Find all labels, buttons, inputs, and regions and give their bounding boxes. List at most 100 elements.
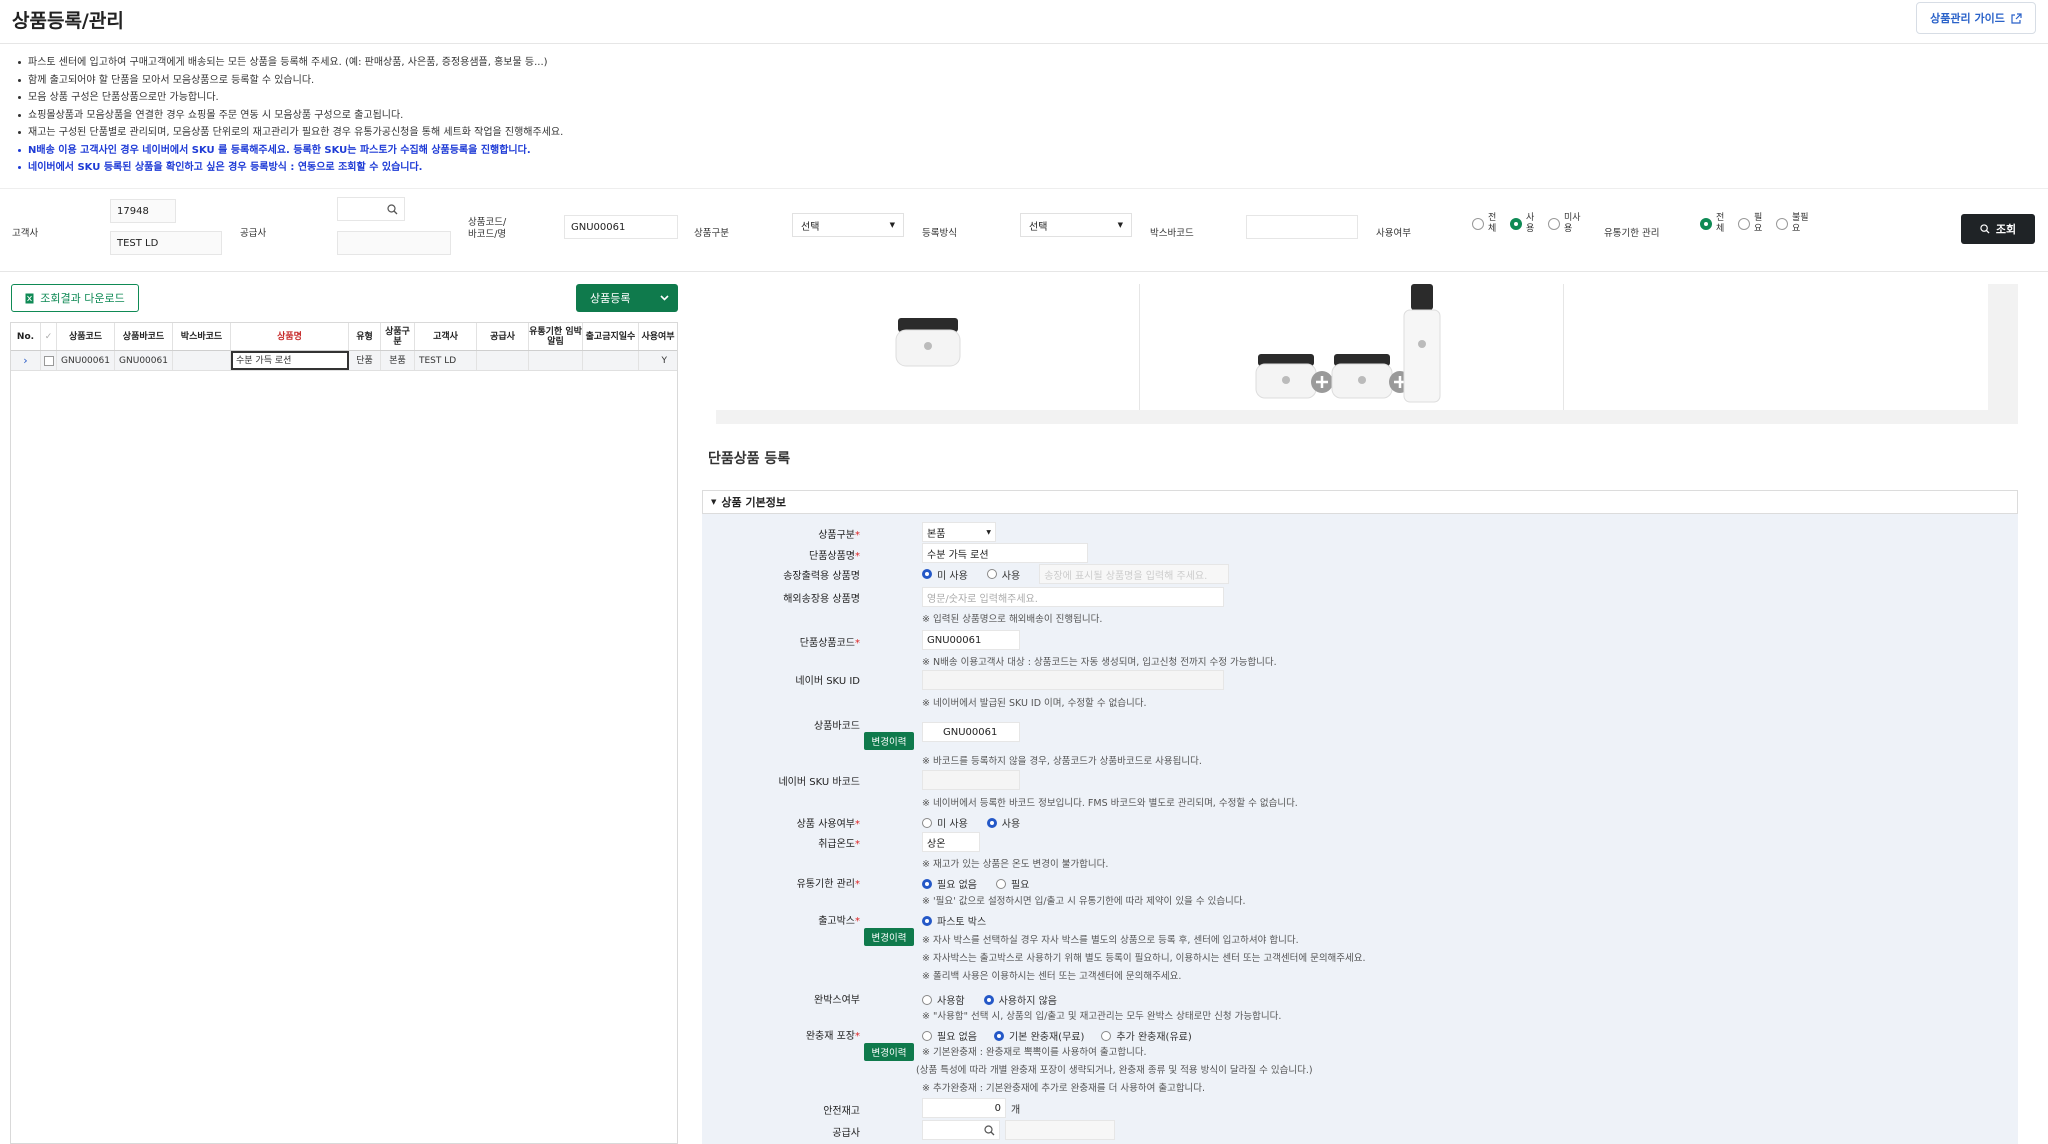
expiry-radio-yes[interactable] [995, 878, 1006, 889]
bundle-product-image [1140, 284, 1564, 410]
type-select[interactable]: 선택 ▼ [792, 213, 904, 237]
box-history-button[interactable]: 변경이력 [864, 928, 914, 946]
ship-name-label: 송장출력용 상품명 [783, 571, 860, 582]
use-radio-label: 미 사용 [937, 819, 968, 830]
code-input[interactable]: GNU00061 [564, 215, 678, 239]
ship-name-radio-label: 미 사용 [937, 570, 968, 582]
barcode-note: ※ 바코드를 등록하지 않을 경우, 상품코드가 상품바코드로 사용됩니다. [922, 756, 1202, 767]
use-radio-no[interactable] [922, 817, 932, 828]
barcode-label: 상품바코드 [814, 721, 860, 732]
box-field: 파스토 박스 [922, 913, 986, 928]
col-no[interactable]: No. [11, 323, 41, 350]
ship-name-radio-no[interactable] [922, 569, 932, 579]
guide-button[interactable]: 상품관리 가이드 [1916, 2, 2036, 34]
safe-stock-input[interactable]: 0 [922, 1098, 1006, 1118]
barcode-input[interactable]: GNU00061 [922, 722, 1020, 742]
accordion-basic-info[interactable]: ▼ 상품 기본정보 [702, 490, 2018, 514]
use-radio-all[interactable] [1472, 218, 1484, 230]
ship-name-input[interactable]: 송장에 표시될 상품명을 입력해 주세요. [1039, 564, 1230, 584]
name-label-text: 단품상품명 [809, 551, 855, 562]
supplier-name-input[interactable] [1005, 1120, 1115, 1140]
method-select-value: 선택 [1029, 221, 1048, 233]
col-customer[interactable]: 고객사 [415, 323, 477, 350]
guide-label: 상품관리 가이드 [1930, 12, 2005, 25]
code-input[interactable]: GNU00061 [922, 630, 1020, 650]
expiry-radio-no[interactable] [922, 878, 932, 889]
pack-history-button[interactable]: 변경이력 [864, 1043, 914, 1061]
col-check[interactable]: ✓ [41, 323, 57, 350]
col-use[interactable]: 사용여부 [639, 323, 677, 350]
row-checkbox[interactable] [43, 355, 54, 366]
expiry-radio-label-b: 요 [1754, 224, 1763, 234]
ship-name-radio-yes[interactable] [986, 569, 997, 579]
full-box-radio-no[interactable] [983, 994, 994, 1005]
kind-select-value: 본품 [927, 528, 946, 540]
result-panel: 조회결과 다운로드 상품등록 No. ✓ 상품코드 상품바코드 박스바코드 상품… [10, 282, 678, 1144]
expiry-radio-all[interactable] [1700, 218, 1712, 230]
box-radio-fassto[interactable] [922, 915, 932, 926]
full-box-radio-yes[interactable] [922, 994, 932, 1005]
use-radio-label-a: 전 [1488, 213, 1497, 223]
table-row[interactable]: › GNU00061 GNU00061 수분 가득 로션 단품 본품 TEST … [11, 351, 677, 371]
col-box-barcode[interactable]: 박스바코드 [173, 323, 231, 350]
full-box-radio-label: 사용하지 않음 [998, 996, 1057, 1007]
chevron-down-icon[interactable] [650, 284, 678, 312]
use-radio-used[interactable] [1510, 218, 1522, 230]
ship-name-field: 미 사용 사용 송장에 표시될 상품명을 입력해 주세요. [922, 564, 1230, 584]
page-title: 상품등록/관리 [12, 10, 124, 32]
pack-radio-extra[interactable] [1101, 1030, 1112, 1041]
supplier-name-input[interactable] [337, 231, 451, 255]
expiry-radio-label-b: 요 [1792, 224, 1801, 234]
temp-field: 상온 [922, 832, 980, 852]
search-icon[interactable] [984, 1124, 995, 1136]
temp-input[interactable]: 상온 [922, 832, 980, 852]
col-supplier[interactable]: 공급사 [477, 323, 529, 350]
product-grid: No. ✓ 상품코드 상품바코드 박스바코드 상품명 유형 상품구분 고객사 공… [10, 322, 678, 1144]
use-radio-unused[interactable] [1548, 218, 1560, 230]
col-kind[interactable]: 상품구분 [381, 323, 415, 350]
col-type[interactable]: 유형 [349, 323, 381, 350]
barcode-history-button[interactable]: 변경이력 [864, 732, 914, 750]
expiry-radio-required[interactable] [1738, 218, 1750, 230]
caret-down-icon: ▼ [711, 498, 717, 506]
sku-note: ※ 네이버에서 발급된 SKU ID 이며, 수정할 수 없습니다. [922, 698, 1147, 709]
register-button[interactable]: 상품등록 [576, 284, 678, 312]
col-code[interactable]: 상품코드 [57, 323, 115, 350]
full-box-note: ※ "사용함" 선택 시, 상품의 입/출고 및 재고관리는 모두 완박스 상태… [922, 1011, 1282, 1022]
pack-radio-basic[interactable] [993, 1030, 1004, 1041]
caret-down-icon: ▼ [889, 221, 895, 229]
naver-barcode-field [922, 770, 1020, 790]
use-label: 상품 사용여부* [796, 819, 860, 830]
pack-radio-none[interactable] [922, 1030, 932, 1041]
expiry-radio-label: 전체 [1716, 213, 1734, 235]
name-input[interactable]: 수분 가득 로션 [922, 543, 1088, 563]
code-label: 단품상품코드* [799, 638, 860, 649]
customer-code-input[interactable]: 17948 [110, 199, 176, 223]
expiry-radio-not-required[interactable] [1776, 218, 1788, 230]
kind-select[interactable]: 본품 ▼ [922, 522, 996, 542]
col-name[interactable]: 상품명 [231, 323, 349, 350]
col-expiry-alert[interactable]: 유통기한 임박 알림 [529, 323, 583, 350]
customer-label: 고객사 [12, 228, 39, 239]
use-radio-yes[interactable] [986, 817, 997, 828]
notice-item: 함께 출고되어야 할 단품을 모아서 모음상품으로 등록할 수 있습니다. [16, 72, 563, 90]
download-button[interactable]: 조회결과 다운로드 [11, 284, 139, 312]
product-guide-images [716, 284, 2018, 424]
row-expand-icon[interactable]: › [11, 351, 41, 370]
code-field: GNU00061 [922, 630, 1020, 650]
notice-item: 모음 상품 구성은 단품상품으로만 가능합니다. [16, 89, 563, 107]
method-select[interactable]: 선택 ▼ [1020, 213, 1132, 237]
col-ban-days[interactable]: 출고금지일수 [583, 323, 639, 350]
row-type: 단품 [349, 351, 381, 370]
row-name-cell[interactable]: 수분 가득 로션 [231, 351, 349, 370]
search-icon[interactable] [387, 203, 398, 215]
query-button[interactable]: 조회 [1961, 214, 2035, 244]
use-field: 미 사용 사용 [922, 815, 1020, 830]
supplier-search-input[interactable] [922, 1120, 1000, 1140]
intl-name-input[interactable]: 영문/숫자로 입력해주세요. [922, 587, 1224, 607]
box-barcode-input[interactable] [1246, 215, 1358, 239]
col-barcode[interactable]: 상품바코드 [115, 323, 173, 350]
intl-name-note: ※ 입력된 상품명으로 해외배송이 진행됩니다. [922, 614, 1103, 625]
customer-name-input[interactable]: TEST LD [110, 231, 222, 255]
supplier-search-input[interactable] [337, 197, 405, 221]
